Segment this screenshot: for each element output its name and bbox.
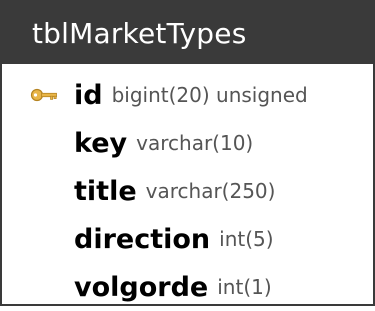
field-name: volgorde xyxy=(74,271,209,303)
key-slot-empty xyxy=(2,263,74,311)
field-type: varchar(10) xyxy=(136,131,254,155)
key-slot-empty xyxy=(2,119,74,167)
field-name: key xyxy=(74,127,128,159)
entity-table-box: tblMarketTypes id bigint(20) unsigned ke… xyxy=(0,0,375,306)
field-list: id bigint(20) unsigned key varchar(10) t… xyxy=(2,64,373,311)
field-type: int(5) xyxy=(219,227,274,251)
field-row: key varchar(10) xyxy=(2,119,373,167)
primary-key-slot xyxy=(2,71,74,119)
key-slot-empty xyxy=(2,215,74,263)
field-row: title varchar(250) xyxy=(2,167,373,215)
field-row: direction int(5) xyxy=(2,215,373,263)
field-type: varchar(250) xyxy=(145,179,276,203)
table-header: tblMarketTypes xyxy=(2,2,373,64)
key-slot-empty xyxy=(2,167,74,215)
field-name: id xyxy=(74,79,103,111)
key-icon xyxy=(30,88,57,102)
field-type: int(1) xyxy=(217,275,272,299)
field-row: id bigint(20) unsigned xyxy=(2,71,373,119)
table-title: tblMarketTypes xyxy=(32,16,247,50)
field-row: volgorde int(1) xyxy=(2,263,373,311)
field-type: bigint(20) unsigned xyxy=(111,83,308,107)
field-name: direction xyxy=(74,223,211,255)
field-name: title xyxy=(74,175,137,207)
